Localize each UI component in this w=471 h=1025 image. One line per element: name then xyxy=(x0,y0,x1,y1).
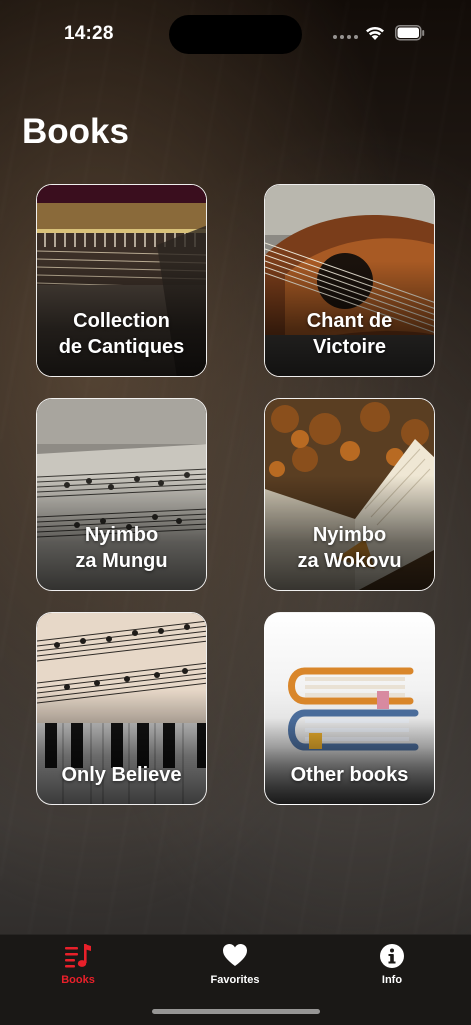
book-title-line-2: Victoire xyxy=(313,336,386,358)
book-title-line-1: Nyimbo xyxy=(312,524,387,546)
book-title-line-2: za Mungu xyxy=(75,550,168,572)
status-bar: 14:28 xyxy=(0,0,471,70)
book-card-nyimbo-za-mungu[interactable]: Nyimbo za Mungu xyxy=(36,398,207,591)
book-title-line-1: Other books xyxy=(290,764,409,786)
book-title-line-2: de Cantiques xyxy=(58,336,185,358)
page-title: Books xyxy=(22,112,129,151)
book-card-chant-de-victoire[interactable]: Chant de Victoire xyxy=(264,184,435,377)
book-title: Nyimbo za Mungu xyxy=(37,522,206,574)
tab-label: Info xyxy=(381,974,403,986)
status-time: 14:28 xyxy=(64,23,114,44)
music-list-icon xyxy=(65,944,91,968)
book-title-line-2: za Wokovu xyxy=(297,550,402,572)
book-title-line-1: Nyimbo xyxy=(84,524,159,546)
book-title-line-1: Chant de xyxy=(306,310,393,332)
book-card-other-books[interactable]: Other books xyxy=(264,612,435,805)
home-indicator[interactable] xyxy=(152,1009,320,1014)
book-title-line-1: Only Believe xyxy=(61,764,182,786)
tab-info[interactable]: Info xyxy=(332,935,452,1005)
book-title: Collection de Cantiques xyxy=(37,308,206,360)
book-card-nyimbo-za-wokovu[interactable]: Nyimbo za Wokovu xyxy=(264,398,435,591)
wifi-icon xyxy=(366,26,384,40)
dynamic-island xyxy=(169,15,302,54)
book-title: Other books xyxy=(265,762,434,788)
heart-icon xyxy=(223,944,247,966)
book-title-line-1: Collection xyxy=(73,310,170,332)
book-title: Nyimbo za Wokovu xyxy=(265,522,434,574)
info-icon xyxy=(380,944,404,968)
book-card-collection-de-cantiques[interactable]: Collection de Cantiques xyxy=(36,184,207,377)
tab-favorites[interactable]: Favorites xyxy=(175,935,295,1005)
book-card-only-believe[interactable]: Only Believe xyxy=(36,612,207,805)
signal-icon xyxy=(333,35,358,39)
book-title: Only Believe xyxy=(37,762,206,788)
tab-label: Favorites xyxy=(210,974,260,986)
book-title: Chant de Victoire xyxy=(265,308,434,360)
tab-books[interactable]: Books xyxy=(18,935,138,1005)
battery-icon xyxy=(395,25,425,41)
tab-label: Books xyxy=(61,974,95,986)
